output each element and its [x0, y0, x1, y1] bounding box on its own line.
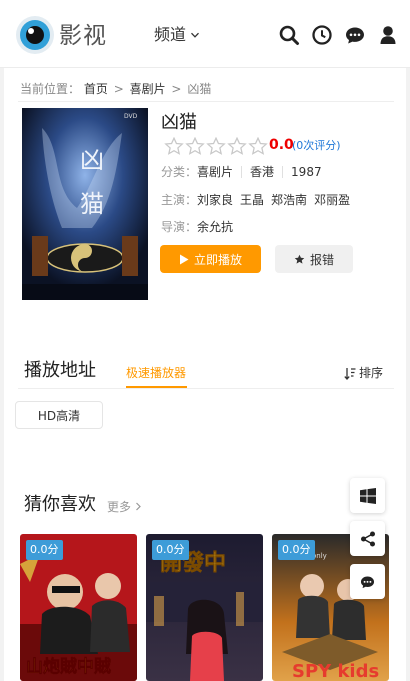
- movie-poster[interactable]: 凶 猫 DVD: [22, 108, 148, 300]
- chevron-right-icon: [135, 502, 141, 511]
- director-label: 导演：: [161, 220, 198, 234]
- genre-label: 分类：: [161, 165, 198, 179]
- rating-star-icon[interactable]: [227, 137, 247, 156]
- user-icon[interactable]: [377, 24, 399, 46]
- more-label: 更多: [107, 500, 132, 514]
- chat-icon: [360, 576, 375, 588]
- genre-link[interactable]: 喜剧片: [197, 164, 233, 180]
- message-icon[interactable]: [344, 24, 366, 46]
- breadcrumb-separator: >: [113, 82, 124, 96]
- genre-row: 分类： 喜剧片 香港 1987: [161, 164, 322, 180]
- cast-link[interactable]: 郑浩南: [271, 192, 307, 208]
- svg-text:猫: 猫: [80, 190, 104, 218]
- search-icon[interactable]: [278, 24, 300, 46]
- recommend-card[interactable]: only SPY kids 0.0分: [272, 534, 389, 681]
- score-badge: 0.0分: [152, 540, 189, 560]
- rating-star-icon[interactable]: [206, 137, 226, 156]
- share-button[interactable]: [350, 521, 385, 556]
- history-icon[interactable]: [311, 24, 333, 46]
- brand-name[interactable]: 影视: [59, 22, 107, 50]
- rating-stars[interactable]: [164, 137, 268, 156]
- rating-star-icon[interactable]: [164, 137, 184, 156]
- cast-link[interactable]: 刘家良: [197, 192, 233, 208]
- sort-button[interactable]: 排序: [344, 365, 383, 381]
- top-header: 影视 频道: [0, 0, 410, 68]
- score-badge: 0.0分: [278, 540, 315, 560]
- share-icon: [360, 531, 375, 546]
- breadcrumb: 当前位置： 首页 > 喜剧片 > 凶猫: [20, 81, 211, 97]
- windows-icon: [359, 487, 376, 504]
- year-link[interactable]: 1987: [291, 164, 322, 180]
- breadcrumb-separator: >: [171, 82, 182, 96]
- play-icon: [179, 254, 189, 264]
- star-icon: [294, 254, 305, 264]
- movie-score: 0.0: [269, 137, 294, 153]
- breadcrumb-prefix: 当前位置：: [20, 82, 81, 96]
- logo-icon[interactable]: [16, 16, 54, 54]
- divider: [18, 101, 394, 102]
- region-link[interactable]: 香港: [250, 164, 274, 180]
- cast-link[interactable]: 王晶: [240, 192, 264, 208]
- svg-text:DVD: DVD: [124, 113, 138, 120]
- score-count: (0次评分): [292, 139, 341, 152]
- sources-title: 播放地址: [24, 360, 96, 381]
- recommend-poster-title: SPY kids: [292, 661, 379, 681]
- recommend-title: 猜你喜欢: [24, 494, 96, 515]
- director-link[interactable]: 余允抗: [197, 219, 233, 235]
- divider: [18, 388, 394, 389]
- movie-title: 凶猫: [161, 112, 197, 133]
- main-panel: 当前位置： 首页 > 喜剧片 > 凶猫 凶 猫 DVD 凶猫 0.0 (0次评分…: [4, 68, 406, 681]
- play-now-label: 立即播放: [193, 252, 242, 267]
- channel-label: 频道: [154, 25, 187, 44]
- sort-icon: [344, 367, 356, 380]
- breadcrumb-current: 凶猫: [187, 82, 212, 96]
- channel-dropdown[interactable]: 频道: [154, 24, 200, 46]
- recommend-card[interactable]: 山炮賊中賊 0.0分: [20, 534, 137, 681]
- cast-label: 主演：: [161, 193, 198, 207]
- tab-fast-player[interactable]: 极速播放器: [126, 365, 186, 381]
- rating-star-icon[interactable]: [185, 137, 205, 156]
- cast-link[interactable]: 邓丽盈: [314, 192, 350, 208]
- episode-button[interactable]: HD高清: [15, 401, 103, 429]
- rating-star-icon[interactable]: [248, 137, 268, 156]
- more-link[interactable]: 更多: [107, 499, 142, 515]
- svg-text:凶: 凶: [80, 146, 104, 174]
- chevron-down-icon: [191, 32, 199, 38]
- report-button[interactable]: 报错: [275, 245, 353, 273]
- windows-button[interactable]: [350, 478, 385, 513]
- director-row: 导演： 余允抗: [161, 219, 233, 235]
- chat-button[interactable]: [350, 564, 385, 599]
- sort-label: 排序: [359, 366, 384, 380]
- cast-row: 主演： 刘家良 王晶 郑浩南 邓丽盈: [161, 192, 350, 208]
- play-now-button[interactable]: 立即播放: [160, 245, 261, 273]
- breadcrumb-home[interactable]: 首页: [84, 82, 108, 96]
- recommend-card[interactable]: 開發中 0.0分: [146, 534, 263, 681]
- breadcrumb-category[interactable]: 喜剧片: [130, 82, 166, 96]
- recommend-poster-title: 山炮賊中賊: [26, 656, 111, 677]
- report-label: 报错: [309, 252, 334, 267]
- score-badge: 0.0分: [26, 540, 63, 560]
